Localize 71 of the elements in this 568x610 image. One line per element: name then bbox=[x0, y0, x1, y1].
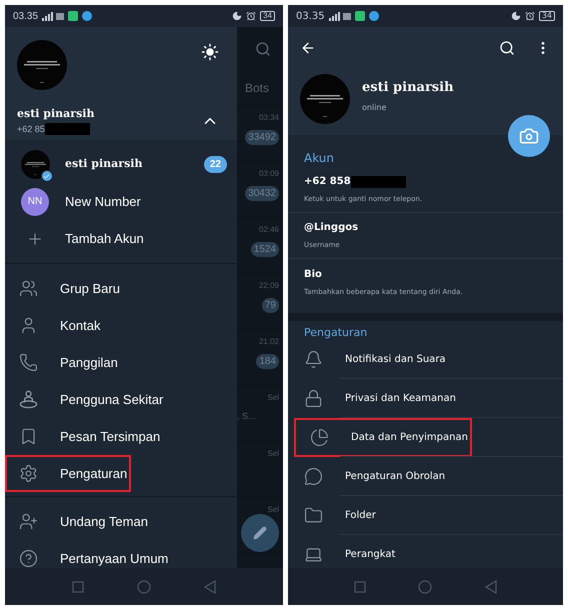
app-notification-icon bbox=[82, 11, 92, 21]
unread-count: 1524 bbox=[250, 242, 279, 257]
check-badge-icon bbox=[40, 170, 52, 182]
help-icon bbox=[19, 549, 38, 568]
settings-item[interactable]: Pengaturan Obrolan bbox=[288, 457, 563, 496]
unread-count: 22 bbox=[204, 156, 227, 173]
battery-indicator: 34 bbox=[260, 11, 275, 21]
chat-time: 21:02 bbox=[258, 336, 279, 348]
alarm-icon bbox=[524, 11, 535, 21]
chat-preview: , S... bbox=[237, 410, 256, 423]
app-notification-icon bbox=[68, 11, 78, 21]
lock-icon bbox=[304, 389, 323, 408]
chat-time: 02:46 bbox=[258, 224, 279, 236]
users-icon bbox=[19, 279, 38, 298]
settings-item[interactable]: Privasi dan Keamanan bbox=[288, 379, 563, 418]
app-notification-icon bbox=[368, 11, 379, 21]
bell-icon bbox=[304, 350, 323, 369]
chat-time: 22:09 bbox=[258, 280, 279, 292]
chat-time: Sel bbox=[267, 504, 279, 516]
menu-item[interactable]: Kontak bbox=[5, 307, 237, 344]
chat-time: Sel bbox=[267, 448, 279, 460]
menu-item[interactable]: Pengaturan bbox=[5, 455, 131, 492]
moon-icon bbox=[232, 11, 242, 21]
status-time: 03.35 bbox=[296, 10, 325, 24]
menu-item[interactable]: Pengguna Sekitar bbox=[5, 381, 237, 418]
chat-time: 03:09 bbox=[258, 168, 279, 180]
settings-item[interactable]: Data dan Penyimpanan bbox=[294, 418, 472, 457]
section-title: Akun bbox=[304, 150, 334, 167]
app-notification-icon bbox=[354, 11, 365, 21]
camera-icon bbox=[519, 126, 539, 146]
signal-icon bbox=[328, 12, 351, 20]
moon-icon bbox=[510, 11, 521, 21]
compose-button[interactable] bbox=[241, 514, 279, 552]
account-item[interactable]: Tambah Akun bbox=[5, 220, 237, 257]
account-item[interactable]: NN New Number bbox=[5, 183, 237, 220]
menu-item[interactable]: Pesan Tersimpan bbox=[5, 418, 237, 455]
status-time: 03.35 bbox=[13, 10, 38, 24]
chat-time: 03:34 bbox=[258, 112, 279, 124]
menu-item[interactable]: Grup Baru bbox=[5, 270, 237, 307]
settings-icon bbox=[19, 464, 38, 483]
menu-item[interactable]: Pertanyaan Umum bbox=[5, 540, 237, 568]
unread-count: 33492 bbox=[245, 130, 279, 145]
profile-name: esti pinarsih bbox=[362, 79, 454, 98]
day-mode-icon[interactable] bbox=[201, 43, 219, 61]
alarm-icon bbox=[246, 11, 256, 21]
profile-status: online bbox=[362, 102, 388, 114]
settings-item[interactable]: Perangkat bbox=[288, 535, 563, 568]
profile-phone: +62 85 bbox=[17, 122, 45, 136]
signal-icon bbox=[42, 12, 64, 20]
settings-item[interactable]: Notifikasi dan Suara bbox=[288, 340, 563, 379]
person-on-platform-icon bbox=[19, 390, 38, 409]
search-icon[interactable] bbox=[499, 40, 515, 56]
initials-avatar: NN bbox=[21, 188, 49, 216]
profile-name: esti pinarsih bbox=[17, 106, 94, 122]
unread-count: 79 bbox=[262, 298, 279, 313]
account-item[interactable]: esti pinarsih 22 bbox=[5, 146, 237, 183]
folder-icon bbox=[304, 506, 323, 525]
battery-indicator: 34 bbox=[538, 11, 555, 21]
speech-bubble-icon bbox=[304, 467, 323, 486]
phone-icon bbox=[19, 353, 38, 372]
section-title: Pengaturan bbox=[304, 324, 368, 341]
settings-item[interactable]: Folder bbox=[288, 496, 563, 535]
unread-count: 30432 bbox=[245, 186, 279, 201]
pie-chart-icon bbox=[310, 428, 329, 447]
unread-count: 184 bbox=[256, 354, 279, 369]
back-arrow-icon[interactable] bbox=[300, 40, 316, 56]
user-plus-icon bbox=[19, 512, 38, 531]
chat-time: Sel bbox=[267, 392, 279, 404]
menu-item[interactable]: Panggilan bbox=[5, 344, 237, 381]
pencil-icon bbox=[253, 526, 267, 540]
menu-item[interactable]: Undang Teman bbox=[5, 503, 237, 540]
